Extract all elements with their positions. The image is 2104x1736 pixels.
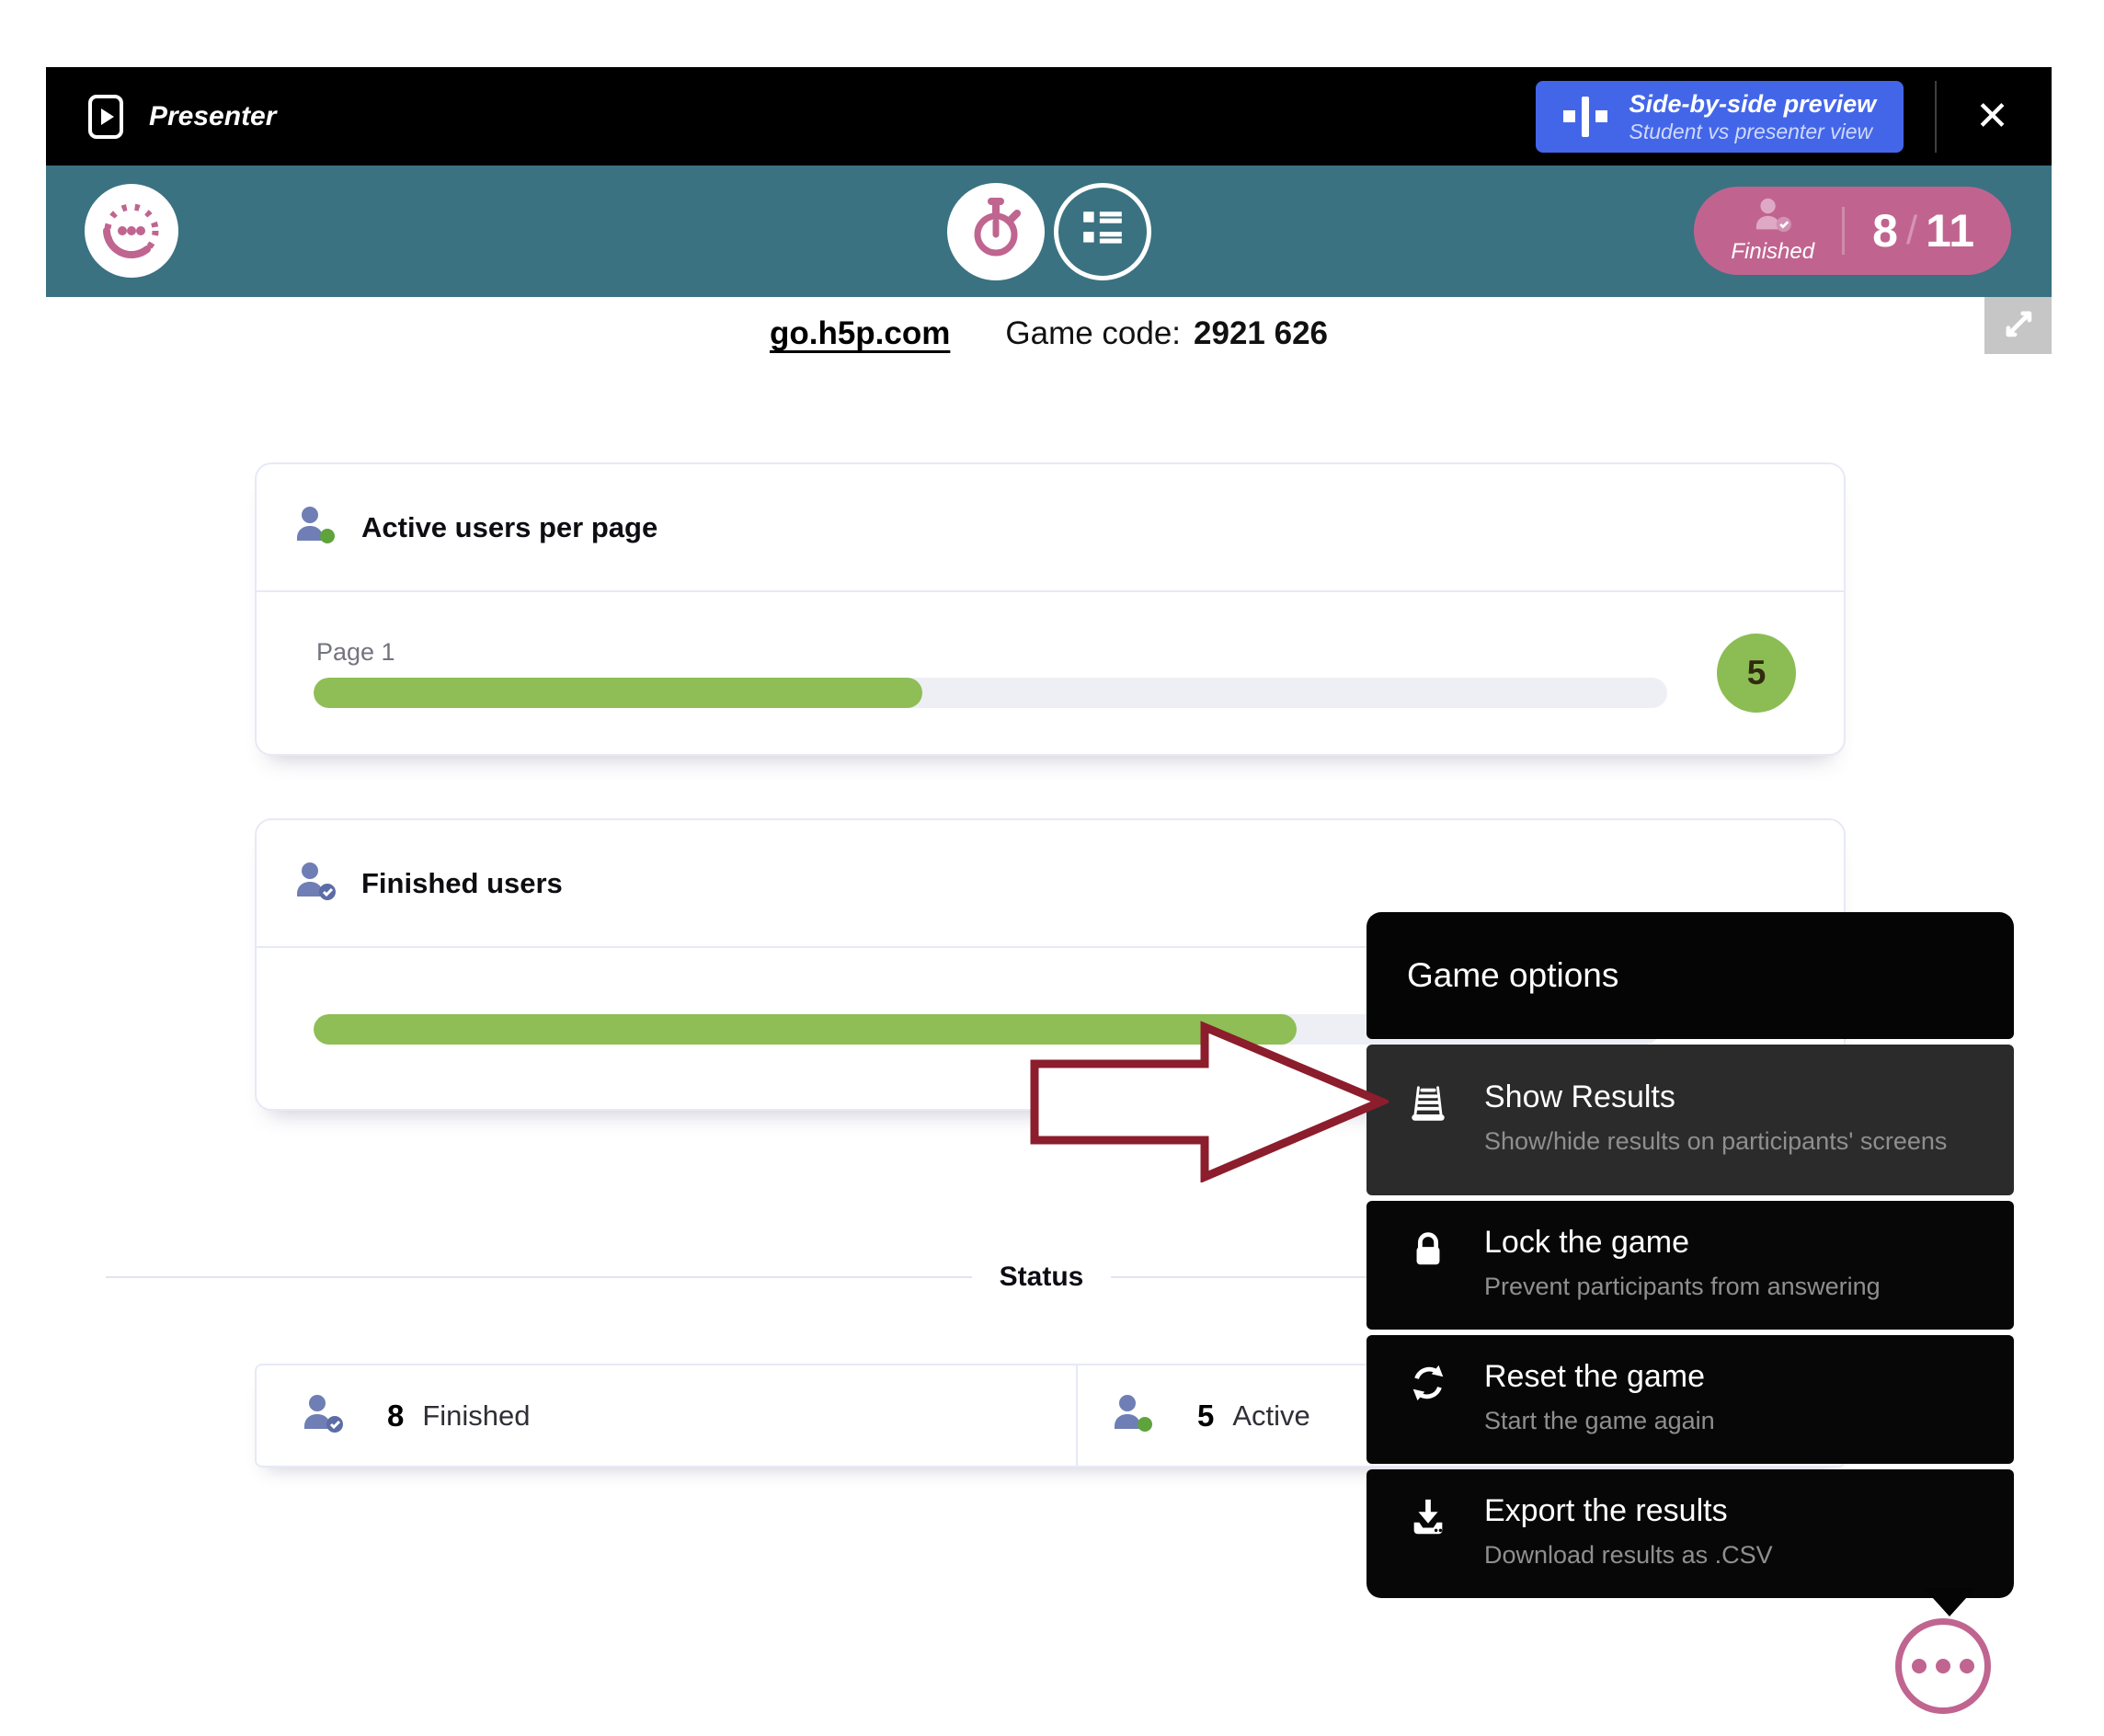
- person-check-icon: [301, 1394, 345, 1437]
- finished-status-cell: 8 Finished: [257, 1365, 1078, 1466]
- menu-item-subtitle: Download results as .CSV: [1484, 1538, 1773, 1572]
- top-bar: Presenter Side-by-side preview Student v…: [46, 67, 2052, 166]
- game-options-header: Game options: [1366, 912, 2014, 1039]
- app-title: Presenter: [149, 101, 276, 132]
- menu-item-subtitle: Prevent participants from answering: [1484, 1270, 1881, 1304]
- join-url-link[interactable]: go.h5p.com: [770, 315, 950, 352]
- active-count: 5: [1197, 1399, 1214, 1433]
- close-icon[interactable]: ✕: [1964, 97, 2020, 137]
- menu-item-title: Lock the game: [1484, 1225, 1881, 1261]
- progress-current: 8: [1872, 204, 1898, 257]
- reset-icon: [1407, 1359, 1451, 1438]
- more-options-button[interactable]: [1895, 1618, 1991, 1714]
- toolbar: Finished 8 / 11: [46, 166, 2052, 297]
- menu-item-reset-game[interactable]: Reset the game Start the game again: [1366, 1335, 2014, 1464]
- preview-button-subtitle: Student vs presenter view: [1629, 120, 1877, 144]
- menu-item-subtitle: Start the game again: [1484, 1404, 1715, 1438]
- menu-item-title: Export the results: [1484, 1493, 1773, 1529]
- badge-divider: [1842, 207, 1845, 255]
- game-code-label: Game code:: [1005, 315, 1181, 351]
- active-progress-track: [314, 678, 1667, 708]
- menu-item-subtitle: Show/hide results on participants' scree…: [1484, 1125, 1947, 1159]
- game-code: Game code: 2921 626: [1005, 315, 1328, 352]
- status-heading-text: Status: [1000, 1262, 1084, 1293]
- side-by-side-icon: [1563, 97, 1607, 137]
- progress-separator: /: [1906, 208, 1917, 254]
- active-users-card: Active users per page Page 1 5: [255, 463, 1846, 756]
- game-options-menu: Game options Show Results Show/hide resu…: [1366, 912, 2014, 1598]
- page-row-label: Page 1: [316, 638, 1667, 667]
- list-icon: [1080, 206, 1126, 257]
- menu-caret: [1924, 1588, 1975, 1616]
- menu-item-title: Reset the game: [1484, 1359, 1715, 1395]
- badge-finished-label: Finished: [1731, 239, 1814, 265]
- person-active-icon: [1111, 1394, 1155, 1437]
- menu-item-show-results[interactable]: Show Results Show/hide results on partic…: [1366, 1045, 2014, 1195]
- person-active-icon: [293, 506, 337, 549]
- progress-total: 11: [1926, 204, 1974, 257]
- session-info: go.h5p.com Game code: 2921 626: [46, 315, 2052, 352]
- active-users-card-title: Active users per page: [361, 511, 658, 544]
- menu-item-title: Show Results: [1484, 1079, 1947, 1115]
- person-check-icon: [1752, 198, 1794, 237]
- lock-icon: [1407, 1225, 1451, 1304]
- game-options-title: Game options: [1407, 956, 1618, 995]
- active-count-bubble: 5: [1717, 634, 1796, 713]
- active-label: Active: [1232, 1399, 1309, 1433]
- active-progress-fill: [314, 678, 922, 708]
- timer-button[interactable]: [947, 183, 1045, 280]
- annotation-arrow: [1028, 1021, 1389, 1182]
- h5p-pulse-logo-icon: [85, 184, 178, 278]
- finished-label: Finished: [422, 1399, 530, 1433]
- preview-button-title: Side-by-side preview: [1629, 89, 1877, 120]
- menu-item-export-results[interactable]: Export the results Download results as .…: [1366, 1469, 2014, 1598]
- stopwatch-icon: [963, 196, 1029, 267]
- finished-progress-badge[interactable]: Finished 8 / 11: [1694, 187, 2011, 275]
- ellipsis-icon: [1912, 1659, 1927, 1673]
- game-code-value: 2921 626: [1194, 315, 1328, 351]
- topbar-divider: [1935, 81, 1937, 153]
- show-results-icon: [1407, 1079, 1451, 1159]
- presenter-screen: Presenter Side-by-side preview Student v…: [0, 0, 2104, 1736]
- person-finished-icon: [293, 862, 337, 905]
- finished-users-card-title: Finished users: [361, 867, 563, 900]
- side-by-side-preview-button[interactable]: Side-by-side preview Student vs presente…: [1536, 81, 1904, 153]
- menu-item-lock-game[interactable]: Lock the game Prevent participants from …: [1366, 1201, 2014, 1330]
- finished-count: 8: [387, 1399, 404, 1433]
- export-icon: [1407, 1493, 1451, 1572]
- presenter-play-icon: [88, 95, 123, 139]
- pages-list-button[interactable]: [1054, 183, 1151, 280]
